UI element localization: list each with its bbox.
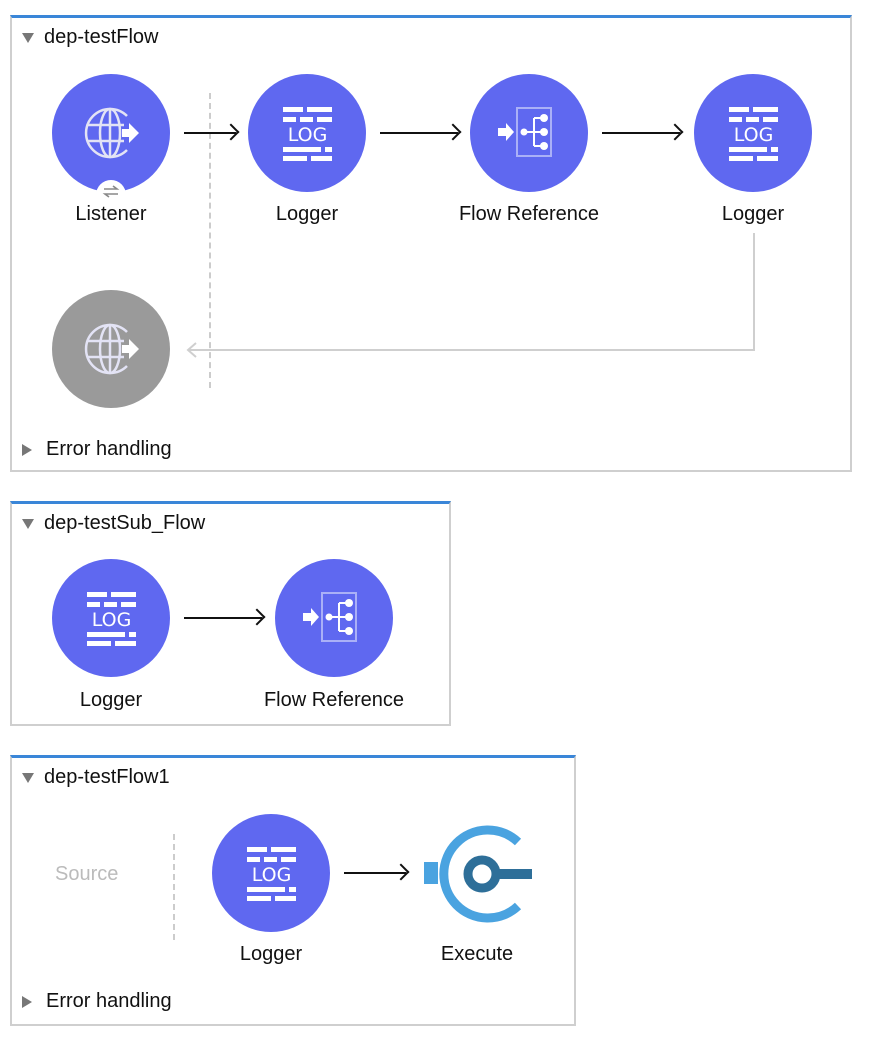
flow-arrow [344,872,406,874]
flow-header[interactable]: dep-testFlow [22,26,159,49]
flow-arrow [380,132,458,134]
flow-header[interactable]: dep-testSub_Flow [22,512,205,535]
expand-triangle-icon[interactable] [22,443,32,456]
expand-triangle-icon[interactable] [22,995,32,1008]
node-http-response[interactable] [52,290,170,408]
flow-title: dep-testSub_Flow [44,512,206,534]
node-label: Logger [721,203,785,225]
execute-icon[interactable] [422,816,538,932]
node-flow-reference[interactable] [275,559,393,677]
error-handling-label: Error handling [46,990,172,1012]
error-handling-toggle[interactable]: Error handling [22,990,172,1013]
logger-icon [247,847,296,901]
node-logger[interactable] [52,559,170,677]
logger-icon [87,592,136,646]
node-label: Execute [440,943,514,965]
logger-icon [283,107,332,161]
flow-reference-icon [497,107,552,157]
node-logger[interactable] [694,74,812,192]
node-label: Logger [239,943,303,965]
flow-dep-testFlow: dep-testFlow Listener Logger Flow Refere… [10,15,852,472]
node-logger[interactable] [212,814,330,932]
request-response-badge [96,180,126,202]
node-label: Logger [79,689,143,711]
collapse-triangle-icon[interactable] [22,32,34,43]
flow-dep-testFlow1: dep-testFlow1 Source Logger Execute Erro… [10,755,576,1026]
flow-header[interactable]: dep-testFlow1 [22,766,170,789]
node-flow-reference[interactable] [470,74,588,192]
node-label: Flow Reference [263,689,405,711]
node-label: Listener [75,203,147,225]
flow-title: dep-testFlow1 [44,766,170,788]
flow-title: dep-testFlow [44,26,159,48]
node-logger[interactable] [248,74,366,192]
http-response-icon [84,323,141,375]
source-placeholder[interactable]: Source [55,863,118,886]
flow-reference-icon [302,592,357,642]
flow-dep-testSub_Flow: dep-testSub_Flow Logger Flow Reference [10,501,451,726]
response-connector [186,233,755,358]
flow-arrow [602,132,680,134]
error-handling-toggle[interactable]: Error handling [22,438,172,461]
node-label: Flow Reference [458,203,600,225]
node-label: Logger [275,203,339,225]
collapse-triangle-icon[interactable] [22,772,34,783]
logger-icon [729,107,778,161]
flow-arrow [184,132,236,134]
source-divider [173,834,175,940]
http-listener-icon [84,107,141,159]
node-listener[interactable] [52,74,170,202]
exchange-icon [102,185,120,198]
collapse-triangle-icon[interactable] [22,518,34,529]
flow-arrow [184,617,262,619]
error-handling-label: Error handling [46,438,172,460]
